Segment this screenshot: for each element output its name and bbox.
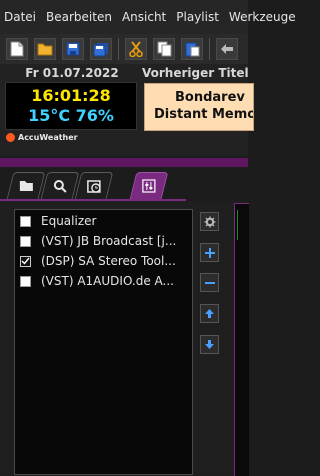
copy-icon (157, 41, 171, 57)
menu-bearbeiten[interactable]: Bearbeiten (41, 10, 117, 24)
plugin-label: (VST) A1AUDIO.de A... (41, 274, 174, 288)
previous-title-label: Vorheriger Titel (142, 66, 249, 80)
cut-button[interactable] (125, 38, 147, 60)
move-up-icon (205, 309, 214, 318)
weather-provider-logo: AccuWeather (6, 133, 78, 142)
level-meter-line (237, 210, 238, 240)
undo-button[interactable] (216, 38, 238, 60)
open-folder-button[interactable] (34, 38, 56, 60)
equalizer-sliders-icon (142, 179, 156, 193)
previous-track-title: Distant Memories (154, 107, 254, 122)
plugin-settings-button[interactable] (200, 212, 219, 231)
menu-ansicht[interactable]: Ansicht (117, 10, 171, 24)
plugin-list[interactable]: Equalizer (VST) JB Broadcast [j... (DSP)… (14, 209, 193, 475)
menu-datei[interactable]: Datei (0, 10, 41, 24)
tab-schedule[interactable] (74, 172, 114, 199)
toolbar-separator (118, 38, 119, 60)
tab-effects[interactable] (129, 172, 169, 199)
plugin-row[interactable]: (VST) A1AUDIO.de A... (20, 272, 192, 290)
plugin-row[interactable]: Equalizer (20, 212, 192, 230)
copy-button[interactable] (153, 38, 175, 60)
plugin-checkbox[interactable] (20, 215, 31, 227)
add-plus-icon (204, 247, 215, 258)
save-all-button[interactable] (90, 38, 112, 60)
plugin-label: Equalizer (41, 214, 97, 228)
plugin-checkbox[interactable] (20, 275, 31, 287)
panel-tabs (0, 167, 248, 200)
open-folder-icon (37, 43, 53, 56)
plugin-label: (VST) JB Broadcast [j... (41, 234, 177, 248)
paste-icon (185, 42, 199, 57)
plugin-row[interactable]: (VST) JB Broadcast [j... (20, 232, 192, 250)
plugin-row[interactable]: (DSP) SA Stereo Tool... (20, 252, 192, 270)
current-date: Fr 01.07.2022 (25, 66, 119, 80)
remove-minus-icon (204, 281, 215, 284)
accuweather-sun-icon (6, 133, 15, 142)
menu-bar: Datei Bearbeiten Ansicht Playlist Werkze… (0, 0, 296, 34)
tab-search[interactable] (40, 172, 80, 199)
paste-button[interactable] (181, 38, 203, 60)
previous-track-box: Bondarev Distant Memories (144, 83, 254, 131)
toolbar-separator (209, 38, 210, 60)
clock-time: 16:01:28 (31, 86, 111, 105)
previous-track-artist: Bondarev (175, 90, 245, 105)
move-plugin-down-button[interactable] (200, 335, 219, 354)
save-button[interactable] (62, 38, 84, 60)
effects-panel: Equalizer (VST) JB Broadcast [j... (DSP)… (0, 201, 248, 475)
effect-editor-pane (234, 203, 249, 476)
undo-icon (221, 44, 233, 54)
save-all-icon (93, 42, 108, 56)
settings-gear-icon (204, 216, 215, 227)
search-icon (53, 180, 67, 193)
remove-plugin-button[interactable] (200, 273, 219, 292)
toolbar (0, 34, 248, 64)
cut-icon (129, 41, 143, 57)
clock-display: 16:01:28 15°C 76% (5, 82, 137, 130)
schedule-icon (86, 180, 101, 193)
new-file-icon (10, 41, 24, 57)
menu-werkzeuge[interactable]: Werkzeuge (224, 10, 301, 24)
weather-readout: 15°C 76% (28, 106, 114, 125)
add-plugin-button[interactable] (200, 243, 219, 262)
weather-provider-name: AccuWeather (18, 133, 78, 142)
info-bar: Fr 01.07.2022 Vorheriger Titel 16:01:28 … (0, 64, 254, 156)
plugin-label: (DSP) SA Stereo Tool... (41, 254, 176, 268)
folder-icon (19, 181, 33, 191)
move-down-icon (205, 340, 214, 349)
save-icon (66, 42, 80, 56)
checkmark-icon (21, 257, 30, 265)
plugin-checkbox-checked[interactable] (20, 255, 31, 267)
plugin-checkbox[interactable] (20, 235, 31, 247)
move-plugin-up-button[interactable] (200, 304, 219, 323)
new-file-button[interactable] (6, 38, 28, 60)
tab-files[interactable] (6, 172, 46, 199)
menu-playlist[interactable]: Playlist (171, 10, 224, 24)
